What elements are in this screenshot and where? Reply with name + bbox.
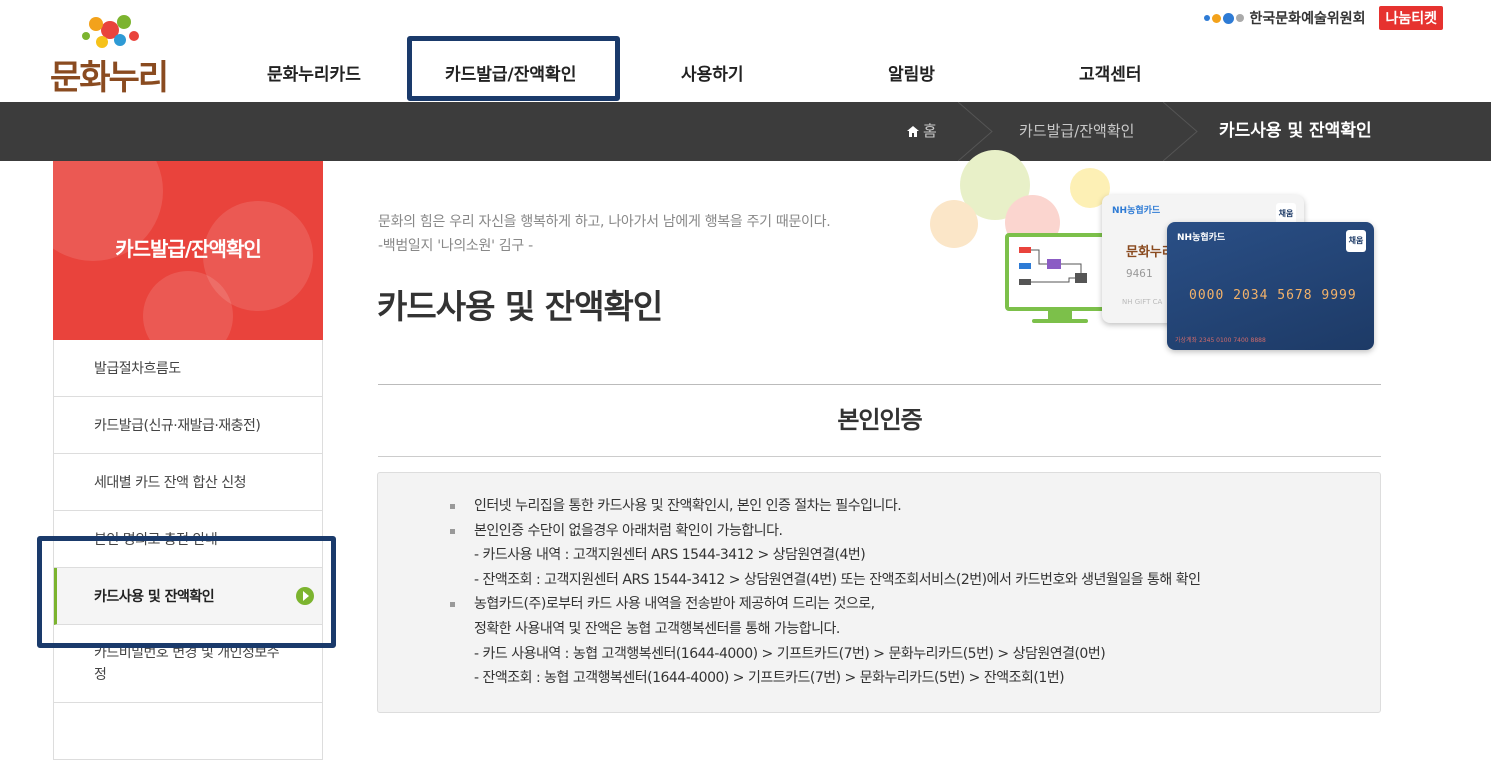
nav-usage[interactable]: 사용하기 — [681, 60, 744, 85]
nav-culture-card[interactable]: 문화누리카드 — [267, 60, 361, 85]
list-item: 인터넷 누리집을 통한 카드사용 및 잔액확인시, 본인 인증 절차는 필수입니… — [450, 494, 1200, 519]
section-title: 본인인증 — [837, 406, 922, 434]
list-item: - 카드 사용내역 : 농협 고객행복센터(1644-4000) > 기프트카드… — [474, 645, 1106, 662]
quote-author: -백범일지 '나의소원' 김구 - — [378, 238, 533, 254]
logo-text: 문화누리 — [50, 58, 169, 98]
nanum-ticket-link[interactable]: 나눔티켓 — [1379, 6, 1443, 30]
arko-link[interactable]: 한국문화예술위원회 — [1203, 8, 1366, 28]
divider — [378, 384, 1381, 385]
sidebar-title: 카드발급/잔액확인 — [115, 237, 262, 261]
list-item: 농협카드(주)로부터 카드 사용 내역을 전송받아 제공하여 드리는 것으로, — [450, 592, 1200, 617]
breadcrumb-home-label: 홈 — [923, 122, 937, 140]
sidebar-item-issue-flow[interactable]: 발급절차흐름도 — [54, 340, 322, 397]
card-number: 0000 2034 5678 9999 — [1189, 288, 1357, 303]
quote-line: 문화의 힘은 우리 자신을 행복하게 하고, 나아가서 남에게 행복을 주기 때… — [378, 214, 831, 230]
site-header: 문화누리 한국문화예술위원회 나눔티켓 문화누리카드 카드발급/잔액확인 사용하… — [0, 0, 1491, 102]
gift-card-blue: NH농협카드 채움 0000 2034 5678 9999 가상계좌 2345 … — [1167, 222, 1374, 350]
nav-highlight-box — [407, 36, 620, 101]
info-list: 인터넷 누리집을 통한 카드사용 및 잔액확인시, 본인 인증 절차는 필수입니… — [450, 494, 1201, 691]
list-item: - 잔액조회 : 고객지원센터 ARS 1544-3412 > 상담원연결(4번… — [474, 571, 1201, 588]
page-title: 카드사용 및 잔액확인 — [377, 287, 663, 326]
sidebar-item-card-issue[interactable]: 카드발급(신규·재발급·재충전) — [54, 397, 322, 454]
arko-logo-icon — [1203, 12, 1244, 24]
list-item: - 잔액조회 : 농협 고객행복센터(1644-4000) > 기프트카드(7번… — [474, 670, 1065, 687]
sidebar-header: 카드발급/잔액확인 — [53, 161, 323, 340]
card-visual: NH농협카드 채움 문화누리 9461 NH GIFT CA NH농협카드 채움… — [930, 150, 1390, 355]
sidebar-item-household-balance[interactable]: 세대별 카드 잔액 합산 신청 — [54, 454, 322, 511]
nav-notice[interactable]: 알림방 — [888, 60, 935, 85]
nav-customer-center[interactable]: 고객센터 — [1079, 60, 1142, 85]
divider — [378, 456, 1381, 457]
monitor-icon — [1005, 233, 1115, 311]
list-item: 본인인증 수단이 없을경우 아래처럼 확인이 가능합니다. — [450, 519, 1200, 544]
sidebar-item-empty — [54, 703, 322, 760]
arko-label: 한국문화예술위원회 — [1249, 11, 1366, 27]
site-logo[interactable]: 문화누리 — [50, 8, 185, 98]
list-item: 정확한 사용내역 및 잔액은 농협 고객행복센터를 통해 가능합니다. — [474, 620, 840, 637]
info-box: 인터넷 누리집을 통한 카드사용 및 잔액확인시, 본인 인증 절차는 필수입니… — [377, 472, 1381, 713]
list-item: - 카드사용 내역 : 고객지원센터 ARS 1544-3412 > 상담원연결… — [474, 547, 866, 564]
quote: 문화의 힘은 우리 자신을 행복하게 하고, 나아가서 남에게 행복을 주기 때… — [378, 210, 831, 258]
home-icon — [907, 126, 919, 137]
sidebar-highlight-box — [37, 536, 336, 648]
utility-links: 한국문화예술위원회 나눔티켓 — [1203, 6, 1443, 30]
